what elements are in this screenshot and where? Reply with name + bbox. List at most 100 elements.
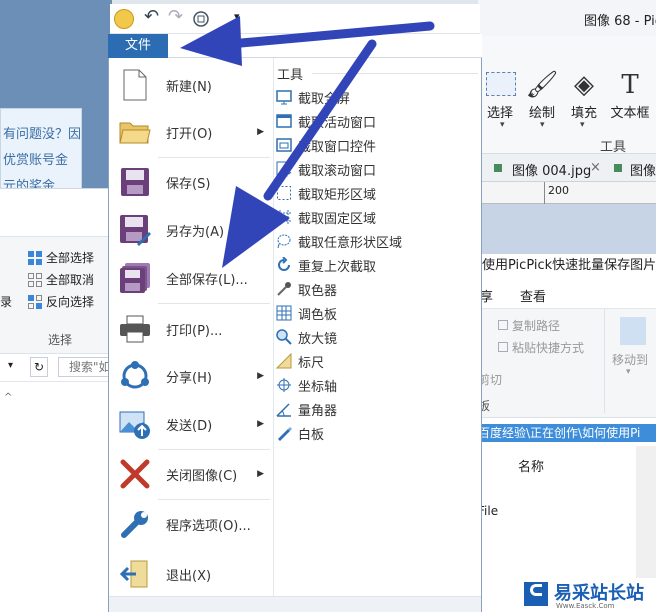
tool-label: 坐标轴	[298, 379, 338, 395]
wrench-icon	[118, 506, 152, 542]
invert-selection-button[interactable]: 反向选择	[28, 293, 94, 310]
panel-line: 优赏账号金	[3, 153, 69, 168]
chevron-down-icon: ▾	[626, 367, 631, 377]
submenu-arrow-icon: ▶	[257, 469, 264, 479]
fill-tool-button[interactable]: ◈ 填充	[562, 68, 606, 121]
menu-item-save[interactable]: 保存(S)	[110, 158, 272, 206]
tool-label: 截取全屏	[298, 91, 351, 107]
dropdown-arrow-icon[interactable]: ▾	[580, 120, 585, 130]
menu-item-exit[interactable]: 退出(X)	[110, 550, 272, 598]
divider	[604, 309, 605, 413]
edge-label: 录	[0, 295, 13, 309]
tool-label: 截取窗口控件	[298, 139, 377, 155]
select-tool-label: 选择	[486, 106, 513, 121]
menu-item-label: 退出(X)	[166, 568, 212, 584]
invert-grid-icon	[28, 294, 42, 309]
menu-view[interactable]: 查看	[520, 286, 546, 305]
tab-image-next[interactable]: 图像	[630, 160, 656, 179]
tool-scrolling-window[interactable]: 截取滚动窗口	[276, 158, 376, 180]
new-document-icon	[118, 67, 152, 103]
copy-path-button[interactable]: 复制路径	[498, 317, 560, 334]
tab-image-004[interactable]: 图像 004.jpg	[512, 160, 591, 179]
menu-item-label: 发送(D)	[166, 418, 213, 434]
menu-item-print[interactable]: 打印(P)...	[110, 305, 272, 353]
pen-icon	[276, 425, 292, 441]
menu-item-label: 另存为(A)	[166, 224, 225, 240]
tool-palette[interactable]: 调色板	[276, 302, 337, 324]
tool-magnifier[interactable]: 放大镜	[276, 326, 337, 348]
menu-item-share[interactable]: 分享(H) ▶	[110, 352, 272, 400]
tool-label: 截取活动窗口	[298, 115, 377, 131]
refresh-icon[interactable]: ↻	[30, 357, 48, 377]
send-icon	[118, 406, 152, 442]
move-to-button[interactable]: 移动到	[612, 351, 648, 368]
column-header-name[interactable]: 名称	[518, 456, 544, 475]
customize-dropdown-icon[interactable]: ▾	[234, 10, 240, 23]
tool-full-screen[interactable]: 截取全屏	[276, 86, 350, 108]
draw-tool-label: 绘制	[528, 106, 555, 121]
menu-item-label: 关闭图像(C)	[166, 468, 238, 484]
repeat-icon	[276, 257, 292, 273]
tool-label: 截取任意形状区域	[298, 235, 403, 251]
draw-tool-button[interactable]: 🖌 绘制	[520, 68, 564, 121]
textbox-tool-button[interactable]: T 文本框	[608, 68, 652, 121]
menu-item-send[interactable]: 发送(D) ▶	[110, 400, 272, 448]
explorer-menu-bar: 享 查看	[478, 280, 656, 308]
chevron-down-icon[interactable]: ▾	[8, 360, 13, 371]
tool-active-window[interactable]: 截取活动窗口	[276, 110, 376, 132]
menu-item-options[interactable]: 程序选项(O)...	[110, 500, 272, 548]
textbox-tool-label: 文本框	[610, 106, 650, 121]
palette-grid-icon	[276, 305, 292, 321]
watermark-logo-mark	[530, 584, 542, 596]
menu-item-label: 全部保存(L)...	[166, 272, 248, 288]
select-group-label: 选择	[48, 333, 73, 347]
address-bar[interactable]: 百度经验\正在创作\如何使用Pi	[478, 424, 656, 442]
menu-item-label: 新建(N)	[166, 79, 212, 95]
select-all-button[interactable]: 全部选择	[28, 249, 94, 266]
submenu-arrow-icon: ▶	[257, 371, 264, 381]
capture-icon[interactable]	[192, 10, 210, 28]
background-info-panel: 有问题没？因 优赏账号金 元的奖金	[0, 108, 82, 194]
select-tool-button[interactable]: 选择	[478, 68, 522, 121]
tool-crosshair[interactable]: 坐标轴	[276, 374, 337, 396]
move-to-icon	[620, 317, 646, 345]
tool-color-picker[interactable]: 取色器	[276, 278, 337, 300]
search-input[interactable]: 搜索"如	[58, 357, 112, 377]
window-icon	[276, 113, 292, 129]
undo-icon[interactable]: ↶	[144, 6, 159, 27]
ruler-mark: 200	[548, 184, 569, 197]
image-canvas[interactable]	[478, 204, 656, 254]
tool-rectangle-region[interactable]: 截取矩形区域	[276, 182, 376, 204]
tool-freehand-region[interactable]: 截取任意形状区域	[276, 230, 402, 252]
tool-label: 放大镜	[298, 331, 338, 347]
menu-item-open[interactable]: 打开(O) ▶	[110, 108, 272, 156]
tool-whiteboard[interactable]: 白板	[276, 422, 324, 444]
text-icon: T	[621, 70, 639, 100]
redo-icon[interactable]: ↷	[168, 6, 183, 27]
menu-item-close-image[interactable]: 关闭图像(C) ▶	[110, 450, 272, 498]
watermark-subtext: Www.Easck.Com	[556, 602, 615, 610]
tool-window-control[interactable]: 截取窗口控件	[276, 134, 376, 156]
tool-repeat-last[interactable]: 重复上次截取	[276, 254, 376, 276]
file-menu-footer	[109, 596, 481, 612]
tool-ruler[interactable]: 标尺	[276, 350, 324, 372]
tool-fixed-region[interactable]: 截取固定区域	[276, 206, 376, 228]
menu-item-label: 程序选项(O)...	[166, 518, 251, 534]
picpick-logo-icon[interactable]	[114, 9, 134, 29]
ruler-tick	[544, 182, 545, 204]
dropdown-arrow-icon[interactable]: ▾	[500, 120, 505, 130]
menu-item-save-all[interactable]: 全部保存(L)...	[110, 254, 272, 302]
select-none-button[interactable]: 全部取消	[28, 271, 94, 288]
menu-item-save-as[interactable]: 另存为(A)	[110, 206, 272, 254]
tool-protractor[interactable]: 量角器	[276, 398, 337, 420]
menu-item-label: 保存(S)	[166, 176, 211, 192]
paste-shortcut-button[interactable]: 粘贴快捷方式	[498, 339, 584, 356]
dropdown-arrow-icon[interactable]: ▾	[540, 120, 545, 130]
tab-file[interactable]: 文件	[108, 34, 168, 58]
menu-item-new[interactable]: 新建(N)	[110, 61, 272, 109]
brush-icon: 🖌	[525, 70, 559, 100]
background-ribbon-left: 录 全部选择 全部取消 反向选择 选择	[0, 236, 112, 354]
protractor-icon	[276, 401, 292, 417]
tab-close-icon[interactable]: ×	[590, 160, 601, 175]
paste-shortcut-icon	[498, 342, 508, 352]
